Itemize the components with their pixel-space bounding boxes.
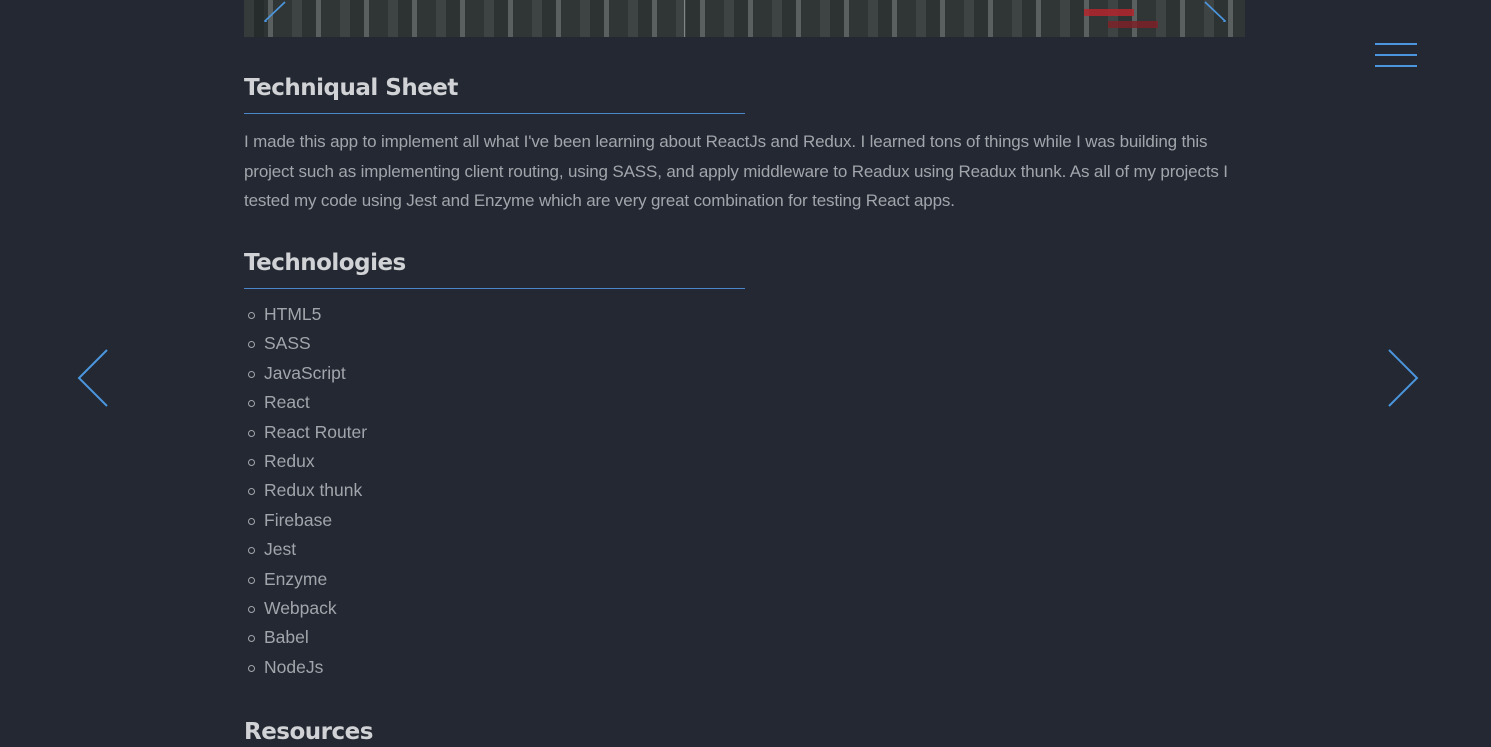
technologies-divider [244,288,745,289]
technical-sheet-description: I made this app to implement all what I'… [244,132,1228,210]
hamburger-menu-icon[interactable] [1375,43,1417,68]
technology-item: Redux [244,447,367,476]
project-details-page: Techniqual Sheet I made this app to impl… [0,0,1491,747]
hamburger-line [1375,65,1417,67]
technology-item: Firebase [244,506,367,535]
technology-item: React Router [244,418,367,447]
technology-item: NodeJs [244,653,367,682]
technology-item: HTML5 [244,300,367,329]
technology-item: Webpack [244,594,367,623]
technology-item: React [244,388,367,417]
technology-item: JavaScript [244,359,367,388]
technology-item: Enzyme [244,565,367,594]
project-content: Techniqual Sheet I made this app to impl… [244,0,1245,747]
technology-item: SASS [244,329,367,358]
chevron-right-icon[interactable] [1386,348,1420,408]
hamburger-line [1375,43,1417,45]
resources-title: Resources [244,719,373,745]
technologies-list: HTML5 SASS JavaScript React React Router… [244,300,367,682]
technology-item: Babel [244,623,367,652]
technical-sheet-divider [244,113,745,114]
hamburger-line [1375,54,1417,56]
technology-item: Jest [244,535,367,564]
technologies-title: Technologies [244,250,406,276]
technical-sheet-title: Techniqual Sheet [244,75,458,101]
technology-item: Redux thunk [244,476,367,505]
chevron-left-icon[interactable] [76,348,110,408]
